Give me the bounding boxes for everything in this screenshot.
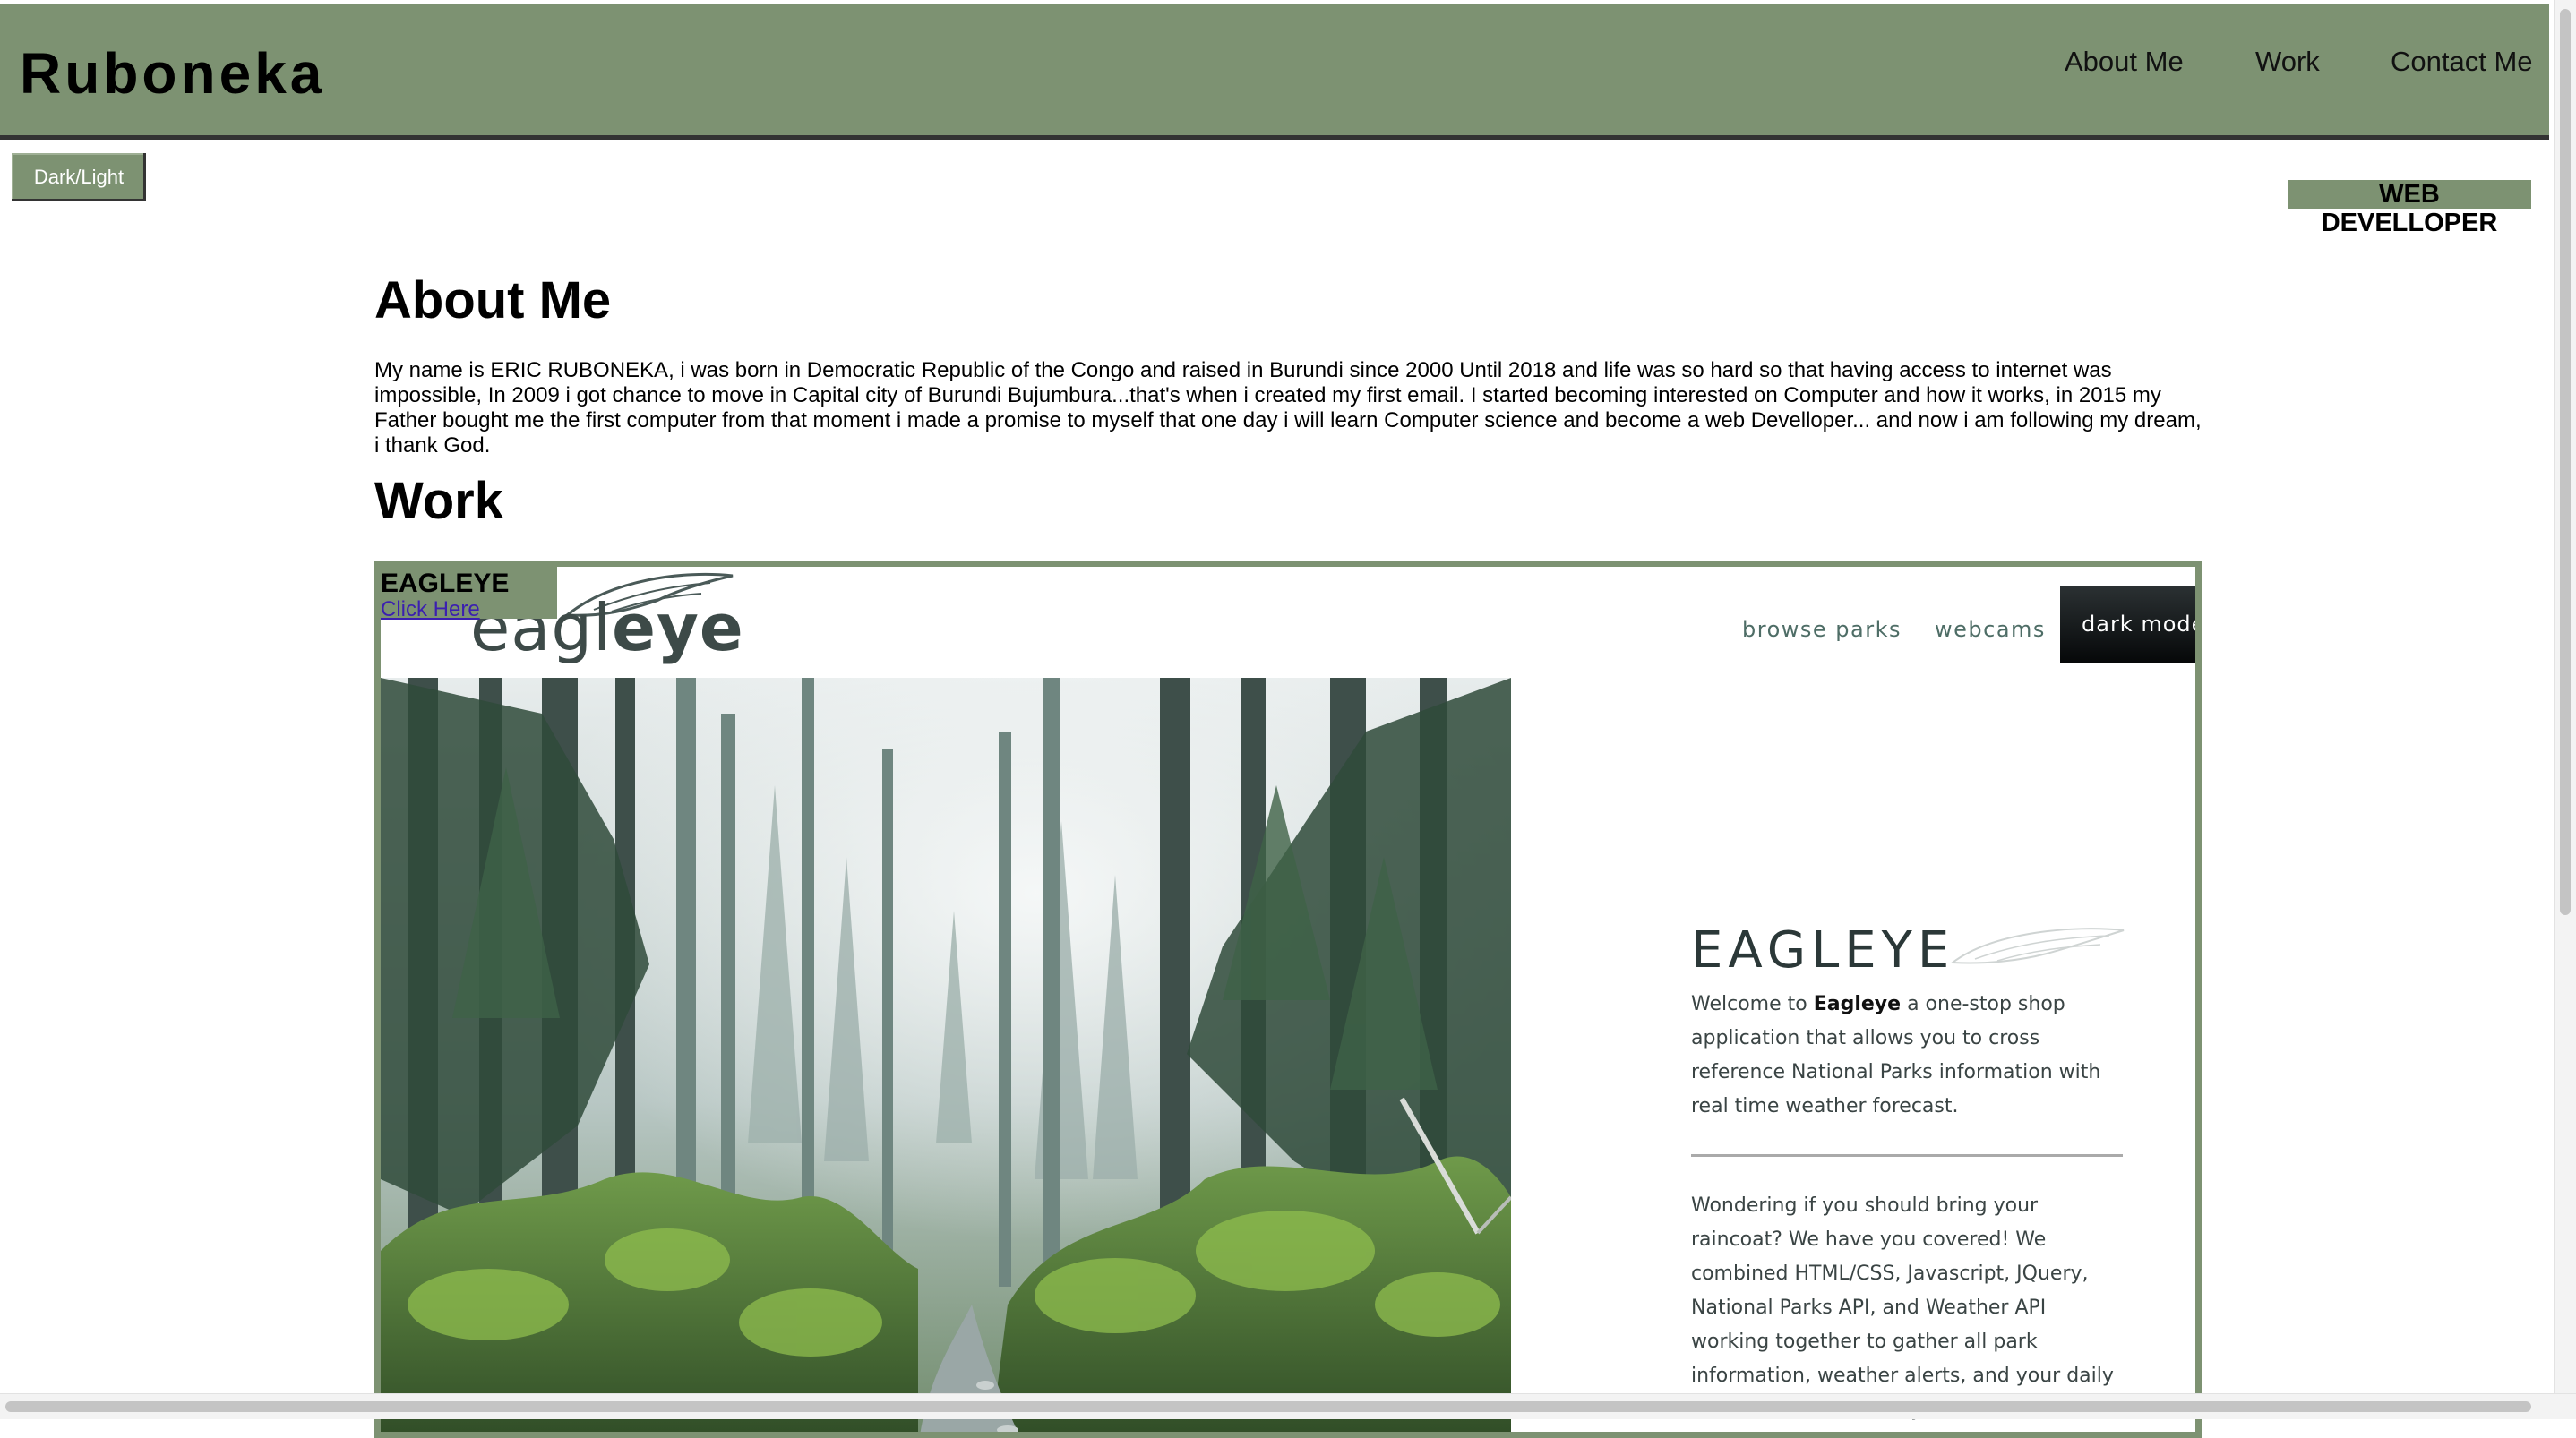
site-header: Ruboneka About Me Work Contact Me — [0, 4, 2549, 140]
preview-details: Wondering if you should bring your rainc… — [1691, 1194, 2114, 1421]
nav-contact-me[interactable]: Contact Me — [2391, 46, 2533, 78]
horizontal-scrollbar-thumb[interactable] — [5, 1401, 2531, 1412]
theme-toggle-button[interactable]: Dark/Light — [12, 153, 146, 201]
project-link[interactable]: Click Here — [381, 597, 480, 622]
project-label: EAGLEYE Click Here — [381, 567, 557, 622]
project-card[interactable]: eagleye browse parks webcams dark mode E… — [374, 561, 2202, 1438]
about-heading: About Me — [374, 271, 612, 330]
preview-intro: Welcome to Eagleye a one-stop shop appli… — [1691, 993, 2101, 1117]
role-badge: WEB DEVELLOPER — [2288, 180, 2531, 237]
preview-dark-mode-button: dark mode — [2060, 586, 2195, 663]
site-brand[interactable]: Ruboneka — [20, 40, 325, 107]
preview-title: EAGLEYE — [1691, 921, 1955, 980]
nav-work[interactable]: Work — [2255, 46, 2320, 78]
preview-divider — [1691, 1154, 2123, 1157]
preview-nav-webcams: webcams — [1935, 617, 2046, 642]
nav-about-me[interactable]: About Me — [2065, 46, 2184, 78]
preview-nav-browse-parks: browse parks — [1742, 617, 1902, 642]
about-text: My name is ERIC RUBONEKA, i was born in … — [374, 358, 2202, 458]
vertical-scrollbar-thumb[interactable] — [2560, 9, 2571, 915]
project-name: EAGLEYE — [381, 569, 510, 598]
forest-image — [381, 678, 1511, 1432]
work-heading: Work — [374, 472, 503, 530]
eagle-wing-icon — [1950, 928, 2125, 964]
